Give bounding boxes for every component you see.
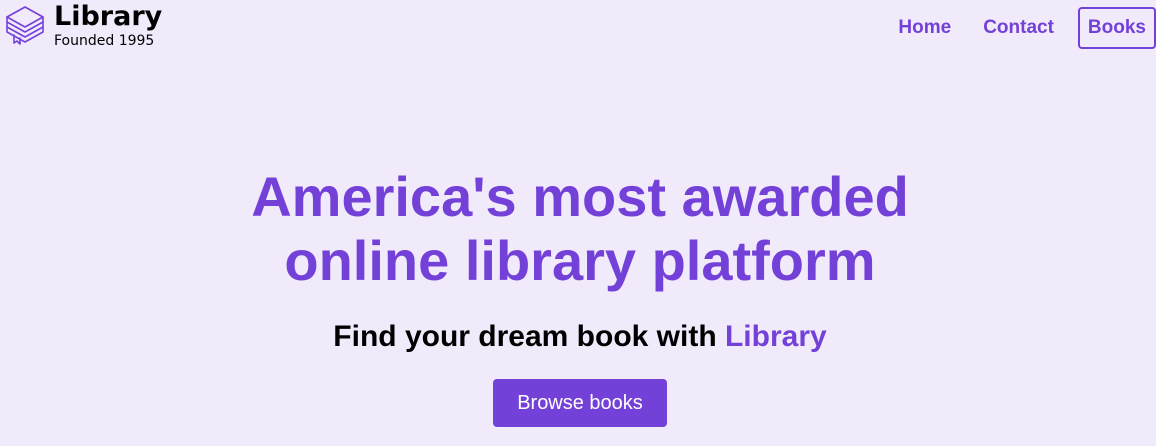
brand-tagline: Founded 1995	[54, 33, 155, 49]
nav-links: Home Contact Books	[882, 7, 1156, 49]
hero-subtitle-text: Find your dream book with	[333, 320, 725, 353]
hero-title-line-1: America's most awarded	[251, 165, 909, 228]
browse-books-button[interactable]: Browse books	[493, 379, 667, 427]
brand-name: Library	[54, 1, 163, 32]
navbar: Library Founded 1995 Home Contact Books	[0, 0, 1156, 58]
stacked-books-icon	[6, 6, 44, 45]
hero-subtitle-brand: Library	[724, 320, 827, 353]
brand[interactable]: Library Founded 1995	[4, 3, 162, 49]
hero-subtitle: Find your dream book with Library	[0, 317, 1156, 357]
nav-link-home[interactable]: Home	[882, 7, 967, 49]
nav-link-books[interactable]: Books	[1077, 7, 1156, 49]
hero-section: America's most awarded online library pl…	[0, 165, 1156, 427]
hero-title-line-2: online library platform	[284, 229, 876, 292]
brand-text: Library Founded 1995	[54, 1, 163, 50]
nav-link-contact[interactable]: Contact	[967, 7, 1070, 49]
hero-title: America's most awarded online library pl…	[0, 165, 1156, 293]
